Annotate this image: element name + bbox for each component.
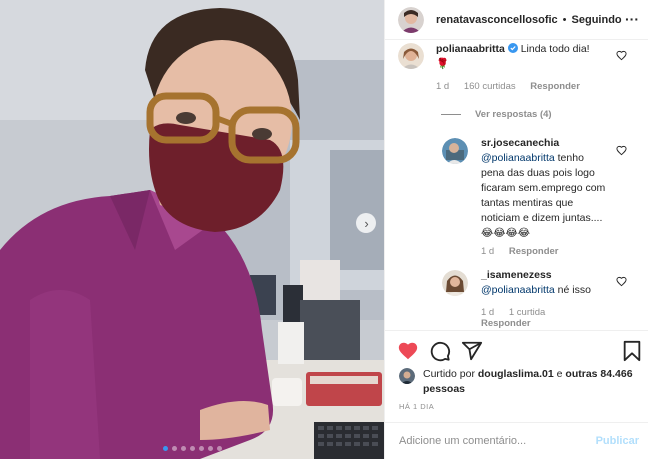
comments-list[interactable]: polianaabritta Linda todo dia! 🌹 1 d 160…	[385, 40, 648, 330]
comment-text: né isso	[557, 284, 591, 296]
comment-likes[interactable]: 160 curtidas	[464, 81, 516, 92]
comment-mention[interactable]: @polianaabritta	[481, 284, 555, 296]
replies-divider	[441, 114, 461, 115]
chevron-right-icon: ›	[364, 215, 369, 231]
liked-by-middle: e	[556, 368, 563, 380]
comment-username[interactable]: polianaabritta	[436, 43, 505, 55]
commenter-avatar[interactable]	[442, 138, 468, 164]
comment-input[interactable]: Adicione um comentário...	[399, 435, 526, 447]
comment-time: 1 d	[436, 81, 450, 92]
following-button[interactable]: Seguindo	[572, 14, 622, 26]
liked-by-user[interactable]: douglaslima.01	[478, 368, 554, 380]
add-comment-bar: Adicione um comentário... Publicar	[385, 422, 648, 459]
like-comment-icon[interactable]	[616, 50, 627, 61]
publish-button[interactable]: Publicar	[596, 435, 639, 447]
verified-badge-icon	[507, 43, 518, 53]
liked-by-text: Curtido por douglaslima.01 e outras 84.4…	[423, 367, 639, 397]
comment-text: Linda todo dia!	[520, 43, 590, 55]
carousel-dot	[216, 446, 222, 451]
comment-icon[interactable]	[429, 340, 451, 362]
comment-meta: 1 d 160 curtidas Responder	[436, 81, 592, 92]
reply-button[interactable]: Responder	[509, 246, 559, 257]
share-icon[interactable]	[461, 340, 483, 362]
liked-by-prefix: Curtido por	[423, 368, 475, 380]
comment-body: polianaabritta Linda todo dia! 🌹	[436, 42, 616, 72]
carousel-dot	[180, 446, 186, 451]
liker-avatar[interactable]	[399, 368, 415, 384]
save-bookmark-icon[interactable]	[621, 340, 643, 362]
header-separator: •	[562, 13, 567, 26]
reply-button[interactable]: Responder	[481, 318, 531, 329]
reply-button[interactable]: Responder	[530, 81, 580, 92]
comment-text: tenho pena das duas pois logo ficaram se…	[481, 152, 606, 239]
carousel-indicator	[0, 446, 384, 451]
comment-meta: 1 d Responder	[481, 246, 570, 257]
comment-likes[interactable]: 1 curtida	[509, 307, 545, 318]
comment-username[interactable]: sr.josecanechia	[481, 137, 559, 149]
post-time-ago[interactable]: HÁ 1 DIA	[399, 402, 434, 411]
next-photo-button[interactable]: ›	[356, 213, 376, 233]
comment-time: 1 d	[481, 246, 495, 257]
like-comment-icon[interactable]	[616, 145, 627, 156]
carousel-dot	[189, 446, 195, 451]
post-header: renatavasconcellosofic • Seguindo ···	[385, 0, 648, 40]
post-sidebar: renatavasconcellosofic • Seguindo ··· po…	[384, 0, 648, 459]
post-photo-image	[0, 0, 384, 459]
author-avatar[interactable]	[398, 6, 424, 33]
view-replies-label: Ver respostas (4)	[475, 109, 552, 120]
comment-time: 1 d	[481, 307, 495, 318]
author-username[interactable]: renatavasconcellosofic	[436, 14, 558, 26]
post-actions	[385, 330, 648, 370]
comment-mention[interactable]: @polianaabritta	[481, 152, 555, 164]
commenter-avatar[interactable]	[442, 270, 468, 296]
carousel-dot	[207, 446, 213, 451]
comment-username[interactable]: _isamenezess	[481, 269, 552, 281]
commenter-avatar[interactable]	[398, 43, 424, 69]
comment-meta: 1 d 1 curtida Responder	[481, 307, 557, 329]
carousel-dot	[198, 446, 204, 451]
reply-body: _isamenezess @polianaabritta né isso	[481, 268, 611, 298]
like-comment-icon[interactable]	[616, 276, 627, 287]
reply-body: sr.josecanechia @polianaabritta tenho pe…	[481, 136, 607, 241]
liked-heart-icon[interactable]	[397, 340, 419, 362]
carousel-dot	[171, 446, 177, 451]
rose-emoji: 🌹	[436, 58, 450, 70]
carousel-dot	[162, 446, 168, 451]
post-photo[interactable]: ›	[0, 0, 384, 459]
view-replies-button[interactable]: Ver respostas (4)	[441, 109, 552, 120]
more-options-icon[interactable]: ···	[625, 11, 639, 27]
